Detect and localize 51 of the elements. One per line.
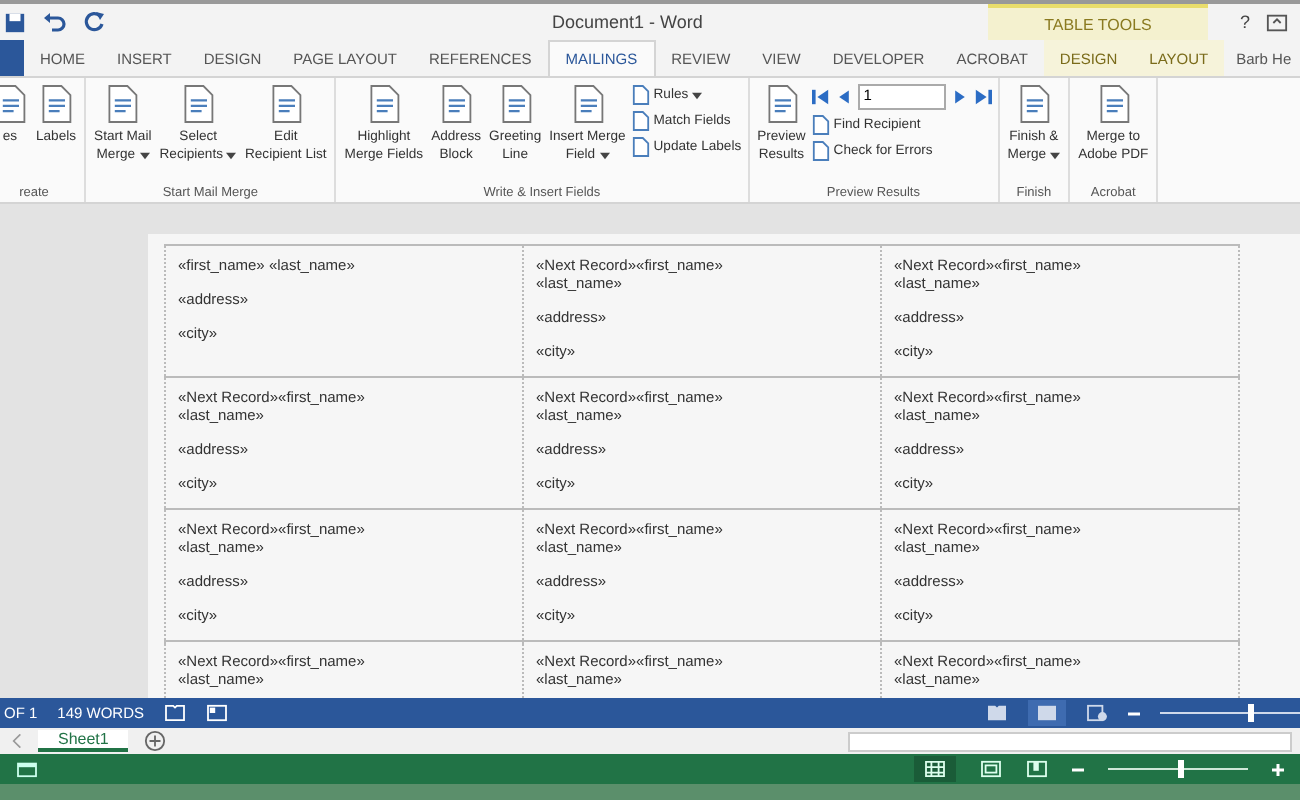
window-title: Document1 - Word xyxy=(552,12,703,32)
web-layout-icon[interactable] xyxy=(1086,704,1108,722)
zoom-out-icon[interactable] xyxy=(1128,707,1140,719)
page-layout-icon[interactable] xyxy=(980,760,1002,778)
page-icon xyxy=(1036,704,1058,722)
read-mode-icon[interactable] xyxy=(986,704,1008,722)
caret-icon xyxy=(139,151,150,159)
zoom-out-icon[interactable] xyxy=(1072,763,1084,775)
normal-view-button[interactable] xyxy=(914,756,956,782)
sheet-tab[interactable]: Sheet1 xyxy=(38,730,129,752)
document-icon xyxy=(763,84,800,124)
page-break-icon[interactable] xyxy=(1026,760,1048,778)
document-icon xyxy=(365,84,402,124)
document-icon xyxy=(1095,84,1132,124)
last-record-icon[interactable] xyxy=(973,88,992,106)
previous-record-icon[interactable] xyxy=(835,88,852,106)
table-tools-header: TABLE TOOLS xyxy=(987,4,1208,40)
next-record-icon[interactable] xyxy=(951,88,968,106)
zoom-thumb[interactable] xyxy=(1248,704,1254,722)
grid-icon xyxy=(924,760,946,778)
document-icon xyxy=(38,84,75,124)
caret-icon xyxy=(226,151,237,159)
macro-icon[interactable] xyxy=(16,760,38,778)
ribbon-display-icon[interactable] xyxy=(1266,11,1288,33)
print-layout-button[interactable] xyxy=(1028,700,1066,726)
document-icon xyxy=(569,84,606,124)
caret-icon xyxy=(599,151,610,159)
redo-icon[interactable] xyxy=(82,10,106,34)
document-icon xyxy=(631,84,650,106)
horizontal-scrollbar[interactable] xyxy=(848,731,1292,751)
document-icon xyxy=(497,84,534,124)
first-record-icon[interactable] xyxy=(811,88,830,106)
layout-icon[interactable] xyxy=(206,704,229,722)
help-button[interactable]: ? xyxy=(1239,12,1250,32)
document-icon xyxy=(104,84,141,124)
book-icon[interactable] xyxy=(164,704,187,722)
document-icon xyxy=(811,140,830,162)
zoom-thumb[interactable] xyxy=(1178,760,1185,778)
document-icon xyxy=(180,84,217,124)
undo-icon[interactable] xyxy=(42,10,66,34)
document-icon xyxy=(1015,84,1052,124)
document-icon xyxy=(631,136,650,158)
document-icon xyxy=(267,84,304,124)
add-sheet-icon[interactable] xyxy=(144,730,167,752)
document-icon xyxy=(631,110,650,132)
save-icon[interactable] xyxy=(4,11,26,33)
caret-icon xyxy=(1050,151,1061,159)
caret-icon xyxy=(692,91,703,99)
document-icon xyxy=(438,84,475,124)
zoom-in-icon[interactable] xyxy=(1272,763,1284,775)
document-icon xyxy=(811,114,830,136)
